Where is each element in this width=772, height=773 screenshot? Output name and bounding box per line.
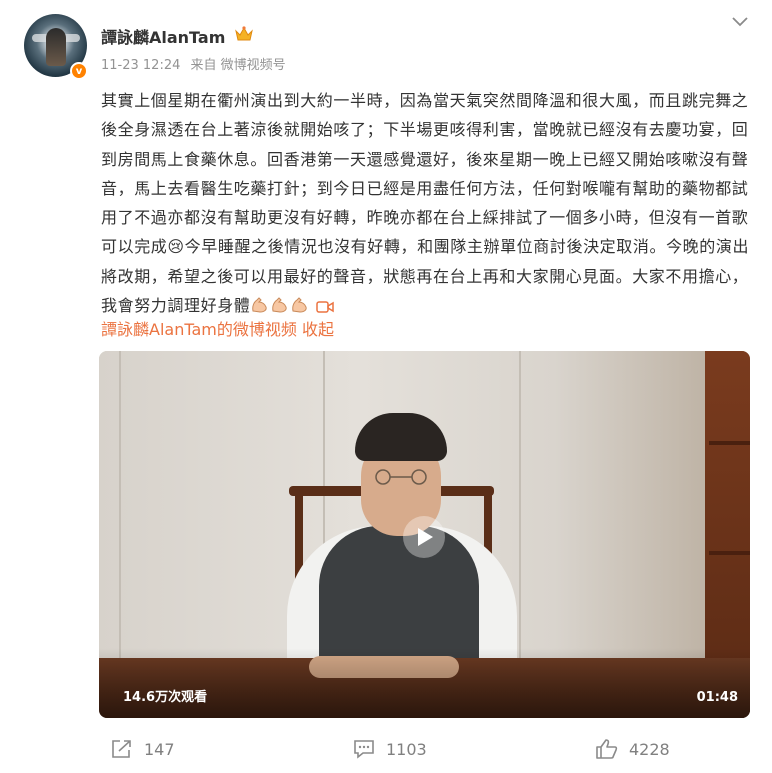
- play-icon[interactable]: [403, 516, 445, 558]
- cabinet-shelf: [709, 551, 750, 555]
- like-count: 4228: [629, 739, 670, 759]
- post-meta: 11-23 12:24 来自 微博视频号: [101, 54, 292, 73]
- post-source[interactable]: 来自 微博视频号: [191, 58, 286, 73]
- comment-button[interactable]: 1103: [352, 738, 427, 760]
- username[interactable]: 譚詠麟AlanTam: [101, 24, 225, 48]
- video-overlay-gradient: [99, 648, 750, 718]
- cabinet-shelf: [709, 441, 750, 445]
- verified-badge-icon: v: [70, 62, 88, 80]
- action-bar: 147 1103 4228: [0, 730, 772, 770]
- post-body: 其實上個星期在衢州演出到大約一半時，因為當天氣突然間降溫和很大風，而且跳完舞之後…: [101, 86, 753, 323]
- video-player[interactable]: 14.6万次观看 01:48: [99, 351, 750, 718]
- like-button[interactable]: 4228: [595, 738, 670, 760]
- crown-icon: [235, 26, 253, 41]
- post-timestamp[interactable]: 11-23 12:24: [101, 58, 180, 73]
- video-duration: 01:48: [696, 690, 738, 705]
- share-icon: [112, 740, 131, 758]
- post-text: 其實上個星期在衢州演出到大約一半時，因為當天氣突然間降溫和很大風，而且跳完舞之後…: [101, 91, 750, 316]
- video-view-count: 14.6万次观看: [123, 690, 208, 705]
- thumbs-up-icon: [596, 739, 618, 759]
- comment-icon: [354, 740, 374, 759]
- share-button[interactable]: 147: [110, 738, 175, 760]
- video-link[interactable]: 譚詠麟AlanTam的微博视频 收起: [101, 316, 334, 340]
- comment-count: 1103: [386, 739, 427, 759]
- wall-panel-line: [519, 351, 521, 658]
- chevron-down-icon[interactable]: [728, 12, 752, 32]
- avatar-figure: [46, 28, 66, 66]
- wall-panel-line: [119, 351, 121, 658]
- share-count: 147: [144, 739, 175, 759]
- person-glasses: [375, 469, 427, 485]
